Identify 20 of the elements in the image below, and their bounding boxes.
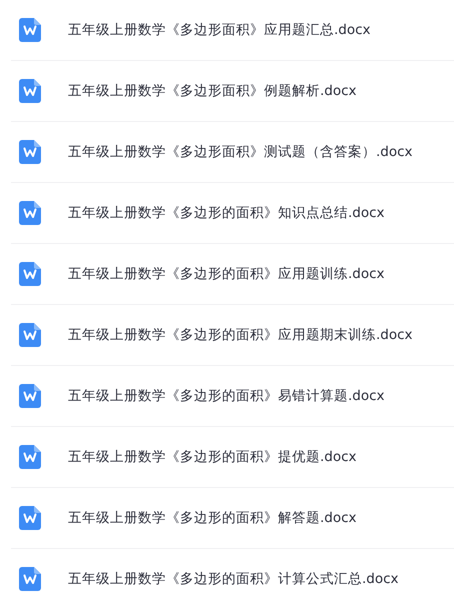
file-name[interactable]: 五年级上册数学《多边形的面积》应用题期末训练.docx [68, 326, 413, 344]
document-icon [19, 79, 41, 103]
document-icon [19, 140, 41, 164]
file-name[interactable]: 五年级上册数学《多边形的面积》计算公式汇总.docx [68, 570, 399, 588]
file-name[interactable]: 五年级上册数学《多边形的面积》易错计算题.docx [68, 387, 385, 405]
file-name[interactable]: 五年级上册数学《多边形的面积》知识点总结.docx [68, 204, 385, 222]
file-name[interactable]: 五年级上册数学《多边形面积》例题解析.docx [68, 82, 357, 100]
file-name[interactable]: 五年级上册数学《多边形面积》测试题（含答案）.docx [68, 143, 413, 161]
document-icon [19, 323, 41, 347]
document-icon [19, 201, 41, 225]
document-icon [19, 384, 41, 408]
document-icon [19, 262, 41, 286]
file-name[interactable]: 五年级上册数学《多边形的面积》解答题.docx [68, 509, 357, 527]
document-icon [19, 445, 41, 469]
document-icon [19, 18, 41, 42]
document-icon [19, 567, 41, 591]
file-name[interactable]: 五年级上册数学《多边形面积》应用题汇总.docx [68, 21, 371, 39]
file-name[interactable]: 五年级上册数学《多边形的面积》提优题.docx [68, 448, 357, 466]
file-name[interactable]: 五年级上册数学《多边形的面积》应用题训练.docx [68, 265, 385, 283]
document-icon [19, 506, 41, 530]
